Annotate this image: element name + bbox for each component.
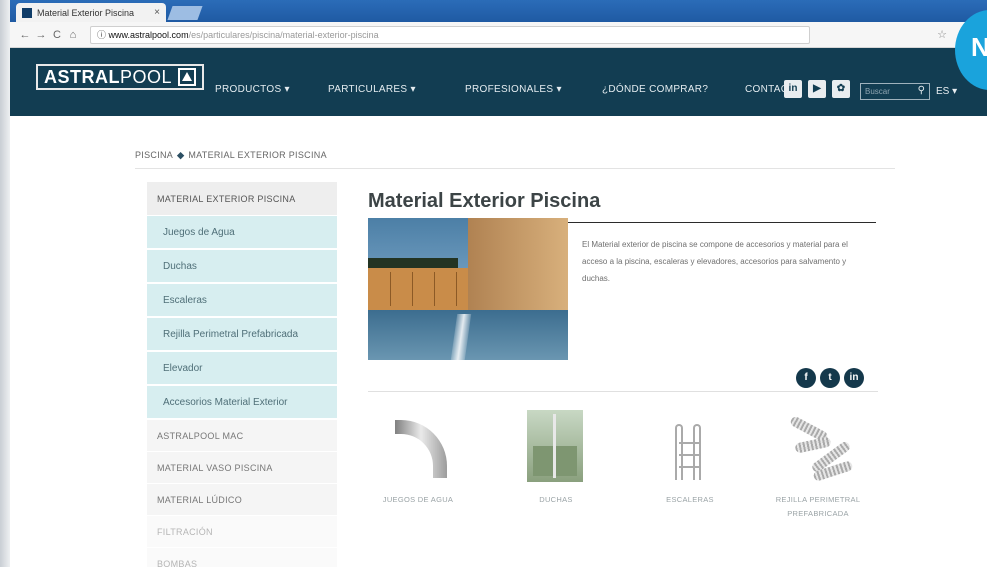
- product-card-juegos-de-agua[interactable]: JUEGOS DE AGUA: [358, 410, 478, 507]
- url-path: /es/particulares/piscina/material-exteri…: [188, 29, 379, 40]
- logo-wordmark: ASTRALPOOL: [44, 66, 173, 87]
- reload-icon[interactable]: C: [50, 29, 64, 41]
- breadcrumb-root[interactable]: PISCINA: [135, 150, 173, 160]
- product-card-escaleras[interactable]: ESCALERAS: [630, 410, 750, 507]
- product-label[interactable]: DUCHAS: [496, 493, 616, 507]
- sidebar-section-title[interactable]: MATERIAL EXTERIOR PISCINA: [147, 182, 337, 216]
- breadcrumb: PISCINA ◆ MATERIAL EXTERIOR PISCINA: [135, 150, 327, 161]
- search-icon[interactable]: ⚲: [918, 85, 925, 96]
- url-host: www.astralpool.com: [108, 29, 189, 40]
- browser-toolbar: ← → C ⌂ ⓘ www.astralpool.com /es/particu…: [10, 22, 987, 48]
- astralpool-logo[interactable]: ASTRALPOOL: [36, 64, 205, 90]
- sidebar-item-duchas[interactable]: Duchas: [147, 250, 337, 284]
- hero-image: [368, 218, 568, 360]
- product-label[interactable]: ESCALERAS: [630, 493, 750, 507]
- sidebar-item-elevador[interactable]: Elevador: [147, 352, 337, 386]
- language-selector[interactable]: ES ▾: [936, 86, 957, 97]
- monitor-bezel: [0, 0, 10, 567]
- divider: [368, 391, 878, 392]
- product-card-duchas[interactable]: DUCHAS: [496, 410, 616, 507]
- product-image[interactable]: [373, 410, 463, 485]
- new-tab-button[interactable]: [167, 6, 203, 20]
- sidebar-item-material-ludico[interactable]: MATERIAL LÚDICO: [147, 484, 337, 516]
- back-icon[interactable]: ←: [18, 29, 32, 41]
- sidebar-item-material-vaso[interactable]: MATERIAL VASO PISCINA: [147, 452, 337, 484]
- tab-title: Material Exterior Piscina: [37, 7, 135, 18]
- close-icon[interactable]: ×: [154, 7, 160, 18]
- youtube-icon[interactable]: ▶: [808, 80, 826, 98]
- bookmark-star-icon[interactable]: ☆: [937, 28, 947, 41]
- linkedin-share-icon[interactable]: in: [844, 368, 864, 388]
- address-bar[interactable]: ⓘ www.astralpool.com /es/particulares/pi…: [90, 25, 810, 44]
- browser-tab-bar: Material Exterior Piscina ×: [10, 0, 987, 22]
- page-title: Material Exterior Piscina: [368, 190, 601, 212]
- divider: [135, 168, 895, 169]
- sidebar-item-juegos-de-agua[interactable]: Juegos de Agua: [147, 216, 337, 250]
- favicon-icon: [22, 7, 32, 18]
- facebook-icon[interactable]: f: [796, 368, 816, 388]
- sidebar-item-accesorios[interactable]: Accesorios Material Exterior: [147, 386, 337, 420]
- sidebar: MATERIAL EXTERIOR PISCINA Juegos de Agua…: [147, 182, 337, 567]
- pinterest-icon[interactable]: ✿: [832, 80, 850, 98]
- home-icon[interactable]: ⌂: [66, 29, 80, 41]
- search-placeholder: Buscar: [865, 87, 890, 96]
- nav-productos[interactable]: PRODUCTOS ▾: [215, 84, 290, 95]
- sidebar-item-filtracion[interactable]: FILTRACIÓN: [147, 516, 337, 548]
- sidebar-item-astralpool-mac[interactable]: ASTRALPOOL MAC: [147, 420, 337, 452]
- product-image[interactable]: [645, 410, 735, 485]
- sidebar-item-escaleras[interactable]: Escaleras: [147, 284, 337, 318]
- nav-profesionales[interactable]: PROFESIONALES ▾: [465, 84, 562, 95]
- nav-donde-comprar[interactable]: ¿DÓNDE COMPRAR?: [602, 84, 708, 95]
- breadcrumb-separator-icon: ◆: [177, 150, 185, 160]
- product-card-rejilla[interactable]: REJILLA PERIMETRAL PREFABRICADA: [758, 410, 878, 521]
- twitter-icon[interactable]: t: [820, 368, 840, 388]
- site-header: ASTRALPOOL PRODUCTOS ▾ PARTICULARES ▾ PR…: [10, 48, 987, 116]
- breadcrumb-current: MATERIAL EXTERIOR PISCINA: [188, 150, 327, 160]
- linkedin-icon[interactable]: in: [784, 80, 802, 98]
- product-image[interactable]: [511, 410, 601, 485]
- search-input[interactable]: Buscar ⚲: [860, 83, 930, 100]
- browser-tab[interactable]: Material Exterior Piscina ×: [16, 3, 166, 22]
- screenshot-stage: Material Exterior Piscina × ← → C ⌂ ⓘ ww…: [0, 0, 987, 567]
- product-image[interactable]: [773, 410, 863, 485]
- forward-icon[interactable]: →: [34, 29, 48, 41]
- sidebar-item-bombas[interactable]: BOMBAS: [147, 548, 337, 567]
- logo-mark-icon: [178, 68, 197, 86]
- product-label[interactable]: JUEGOS DE AGUA: [358, 493, 478, 507]
- product-label[interactable]: REJILLA PERIMETRAL PREFABRICADA: [763, 493, 873, 521]
- info-icon[interactable]: ⓘ: [97, 28, 106, 41]
- category-description: El Material exterior de piscina se compo…: [582, 240, 848, 283]
- nav-contacto[interactable]: CONTACTO: [745, 84, 787, 95]
- nav-particulares[interactable]: PARTICULARES ▾: [328, 84, 416, 95]
- sidebar-item-rejilla[interactable]: Rejilla Perimetral Prefabricada: [147, 318, 337, 352]
